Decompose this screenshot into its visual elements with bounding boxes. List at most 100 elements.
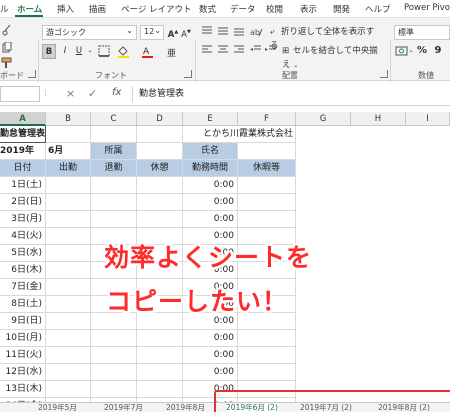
date-cell[interactable]: 10日(月) xyxy=(0,330,46,347)
work-hours-cell[interactable]: 0:00 xyxy=(183,347,238,364)
header-clock-out[interactable]: 退勤 xyxy=(91,160,137,177)
grow-font-button[interactable]: A▲ xyxy=(167,25,179,40)
format-painter-icon[interactable] xyxy=(1,57,13,69)
cell[interactable] xyxy=(46,313,91,330)
menu-formulas[interactable]: 数式 xyxy=(199,3,216,15)
align-left-icon[interactable] xyxy=(200,45,214,57)
clipboard-launcher-icon[interactable] xyxy=(28,70,36,78)
menu-data[interactable]: データ xyxy=(230,3,256,15)
cell[interactable] xyxy=(46,296,91,313)
menu-page-layout[interactable]: ページ レイアウト xyxy=(121,3,192,15)
cell[interactable] xyxy=(238,211,296,228)
work-hours-cell[interactable]: 0:00 xyxy=(183,364,238,381)
menu-help[interactable]: ヘルプ xyxy=(365,3,391,15)
align-right-icon[interactable] xyxy=(232,45,246,57)
menu-developer[interactable]: 開発 xyxy=(333,3,350,15)
cell[interactable] xyxy=(46,262,91,279)
header-clock-in[interactable]: 出勤 xyxy=(46,160,91,177)
work-hours-cell[interactable]: 0:00 xyxy=(183,177,238,194)
header-date[interactable]: 日付 xyxy=(0,160,46,177)
work-hours-cell[interactable]: 0:00 xyxy=(183,194,238,211)
date-cell[interactable]: 13日(木) xyxy=(0,381,46,398)
cell[interactable] xyxy=(46,177,91,194)
menu-review[interactable]: 校閲 xyxy=(266,3,283,15)
cell[interactable] xyxy=(238,194,296,211)
cell[interactable] xyxy=(91,381,137,398)
cell[interactable] xyxy=(137,177,183,194)
date-cell[interactable]: 3日(月) xyxy=(0,211,46,228)
dept-label-cell[interactable]: 所属 xyxy=(91,143,137,160)
align-center-icon[interactable] xyxy=(216,45,230,57)
header-break[interactable]: 休憩 xyxy=(137,160,183,177)
orientation-icon[interactable]: ab xyxy=(249,26,263,38)
date-cell[interactable]: 12日(水) xyxy=(0,364,46,381)
cell[interactable] xyxy=(46,364,91,381)
column-header-c[interactable]: C xyxy=(91,112,137,126)
sheet-tab-2019-may[interactable]: 2019年5月 xyxy=(38,404,77,412)
date-cell[interactable]: 4日(火) xyxy=(0,228,46,245)
wrap-text-button[interactable]: ⤶ 折り返して全体を表示する xyxy=(270,25,380,51)
cell[interactable] xyxy=(137,211,183,228)
column-header-a[interactable]: A xyxy=(0,112,46,126)
column-header-b[interactable]: B xyxy=(46,112,91,126)
date-cell[interactable]: 2日(日) xyxy=(0,194,46,211)
currency-icon[interactable] xyxy=(394,45,408,58)
decrease-indent-icon[interactable] xyxy=(249,45,263,57)
cell[interactable] xyxy=(137,330,183,347)
menu-view[interactable]: 表示 xyxy=(300,3,317,15)
cell[interactable] xyxy=(238,347,296,364)
date-cell[interactable]: 5日(水) xyxy=(0,245,46,262)
work-hours-cell[interactable]: 0:00 xyxy=(183,211,238,228)
insert-function-icon[interactable]: fx xyxy=(112,87,126,101)
date-cell[interactable]: 6日(木) xyxy=(0,262,46,279)
sheet-title-cell[interactable]: 勤怠管理表 xyxy=(0,126,46,143)
column-header-g[interactable]: G xyxy=(296,112,351,126)
menu-insert[interactable]: 挿入 xyxy=(57,3,74,15)
cell[interactable] xyxy=(46,347,91,364)
comma-style-button[interactable]: 9 xyxy=(432,44,444,59)
date-cell[interactable]: 1日(土) xyxy=(0,177,46,194)
cell[interactable] xyxy=(91,347,137,364)
cell[interactable] xyxy=(91,194,137,211)
cell[interactable] xyxy=(91,364,137,381)
font-color-icon[interactable]: A xyxy=(140,45,154,58)
fill-color-icon[interactable] xyxy=(116,45,130,58)
header-leave[interactable]: 休暇等 xyxy=(238,160,296,177)
menu-draw[interactable]: 描画 xyxy=(89,3,106,15)
month-cell[interactable]: 6月 xyxy=(46,143,91,160)
cell[interactable] xyxy=(46,126,91,143)
cancel-icon[interactable]: × xyxy=(66,87,78,101)
date-cell[interactable]: 11日(火) xyxy=(0,347,46,364)
shrink-font-button[interactable]: A▼ xyxy=(180,25,192,40)
bold-button[interactable]: B xyxy=(42,44,56,59)
cell[interactable] xyxy=(91,177,137,194)
cell[interactable] xyxy=(46,245,91,262)
align-bottom-icon[interactable] xyxy=(232,26,246,38)
column-header-i[interactable]: I xyxy=(406,112,450,126)
work-hours-cell[interactable]: 0:00 xyxy=(183,330,238,347)
cell[interactable] xyxy=(91,211,137,228)
increase-indent-icon[interactable] xyxy=(264,45,278,57)
company-name-cell[interactable]: とかち川霞業株式会社 xyxy=(183,126,296,143)
column-header-h[interactable]: H xyxy=(351,112,406,126)
header-work-hours[interactable]: 勤務時間 xyxy=(183,160,238,177)
menu-file-partial[interactable]: ル xyxy=(0,3,9,15)
font-size-select[interactable]: 12 ⌄ xyxy=(140,25,164,40)
cell[interactable] xyxy=(238,364,296,381)
percent-button[interactable]: % xyxy=(416,44,428,59)
cell[interactable] xyxy=(46,330,91,347)
alignment-launcher-icon[interactable] xyxy=(380,70,388,78)
column-header-e[interactable]: E xyxy=(183,112,238,126)
cell[interactable] xyxy=(46,194,91,211)
year-cell[interactable]: 2019年 xyxy=(0,143,46,160)
italic-button[interactable]: I xyxy=(59,44,71,59)
cell[interactable] xyxy=(137,381,183,398)
cell[interactable] xyxy=(137,347,183,364)
font-launcher-icon[interactable] xyxy=(184,70,192,78)
worksheet-grid[interactable]: A B C D E F G H I 勤怠管理表 とかち川霞業株式会社 2019年… xyxy=(0,112,450,412)
cell[interactable] xyxy=(91,330,137,347)
underline-button[interactable]: U xyxy=(73,44,85,59)
cell[interactable] xyxy=(238,177,296,194)
cell[interactable] xyxy=(91,126,137,143)
copy-icon[interactable] xyxy=(2,41,12,54)
